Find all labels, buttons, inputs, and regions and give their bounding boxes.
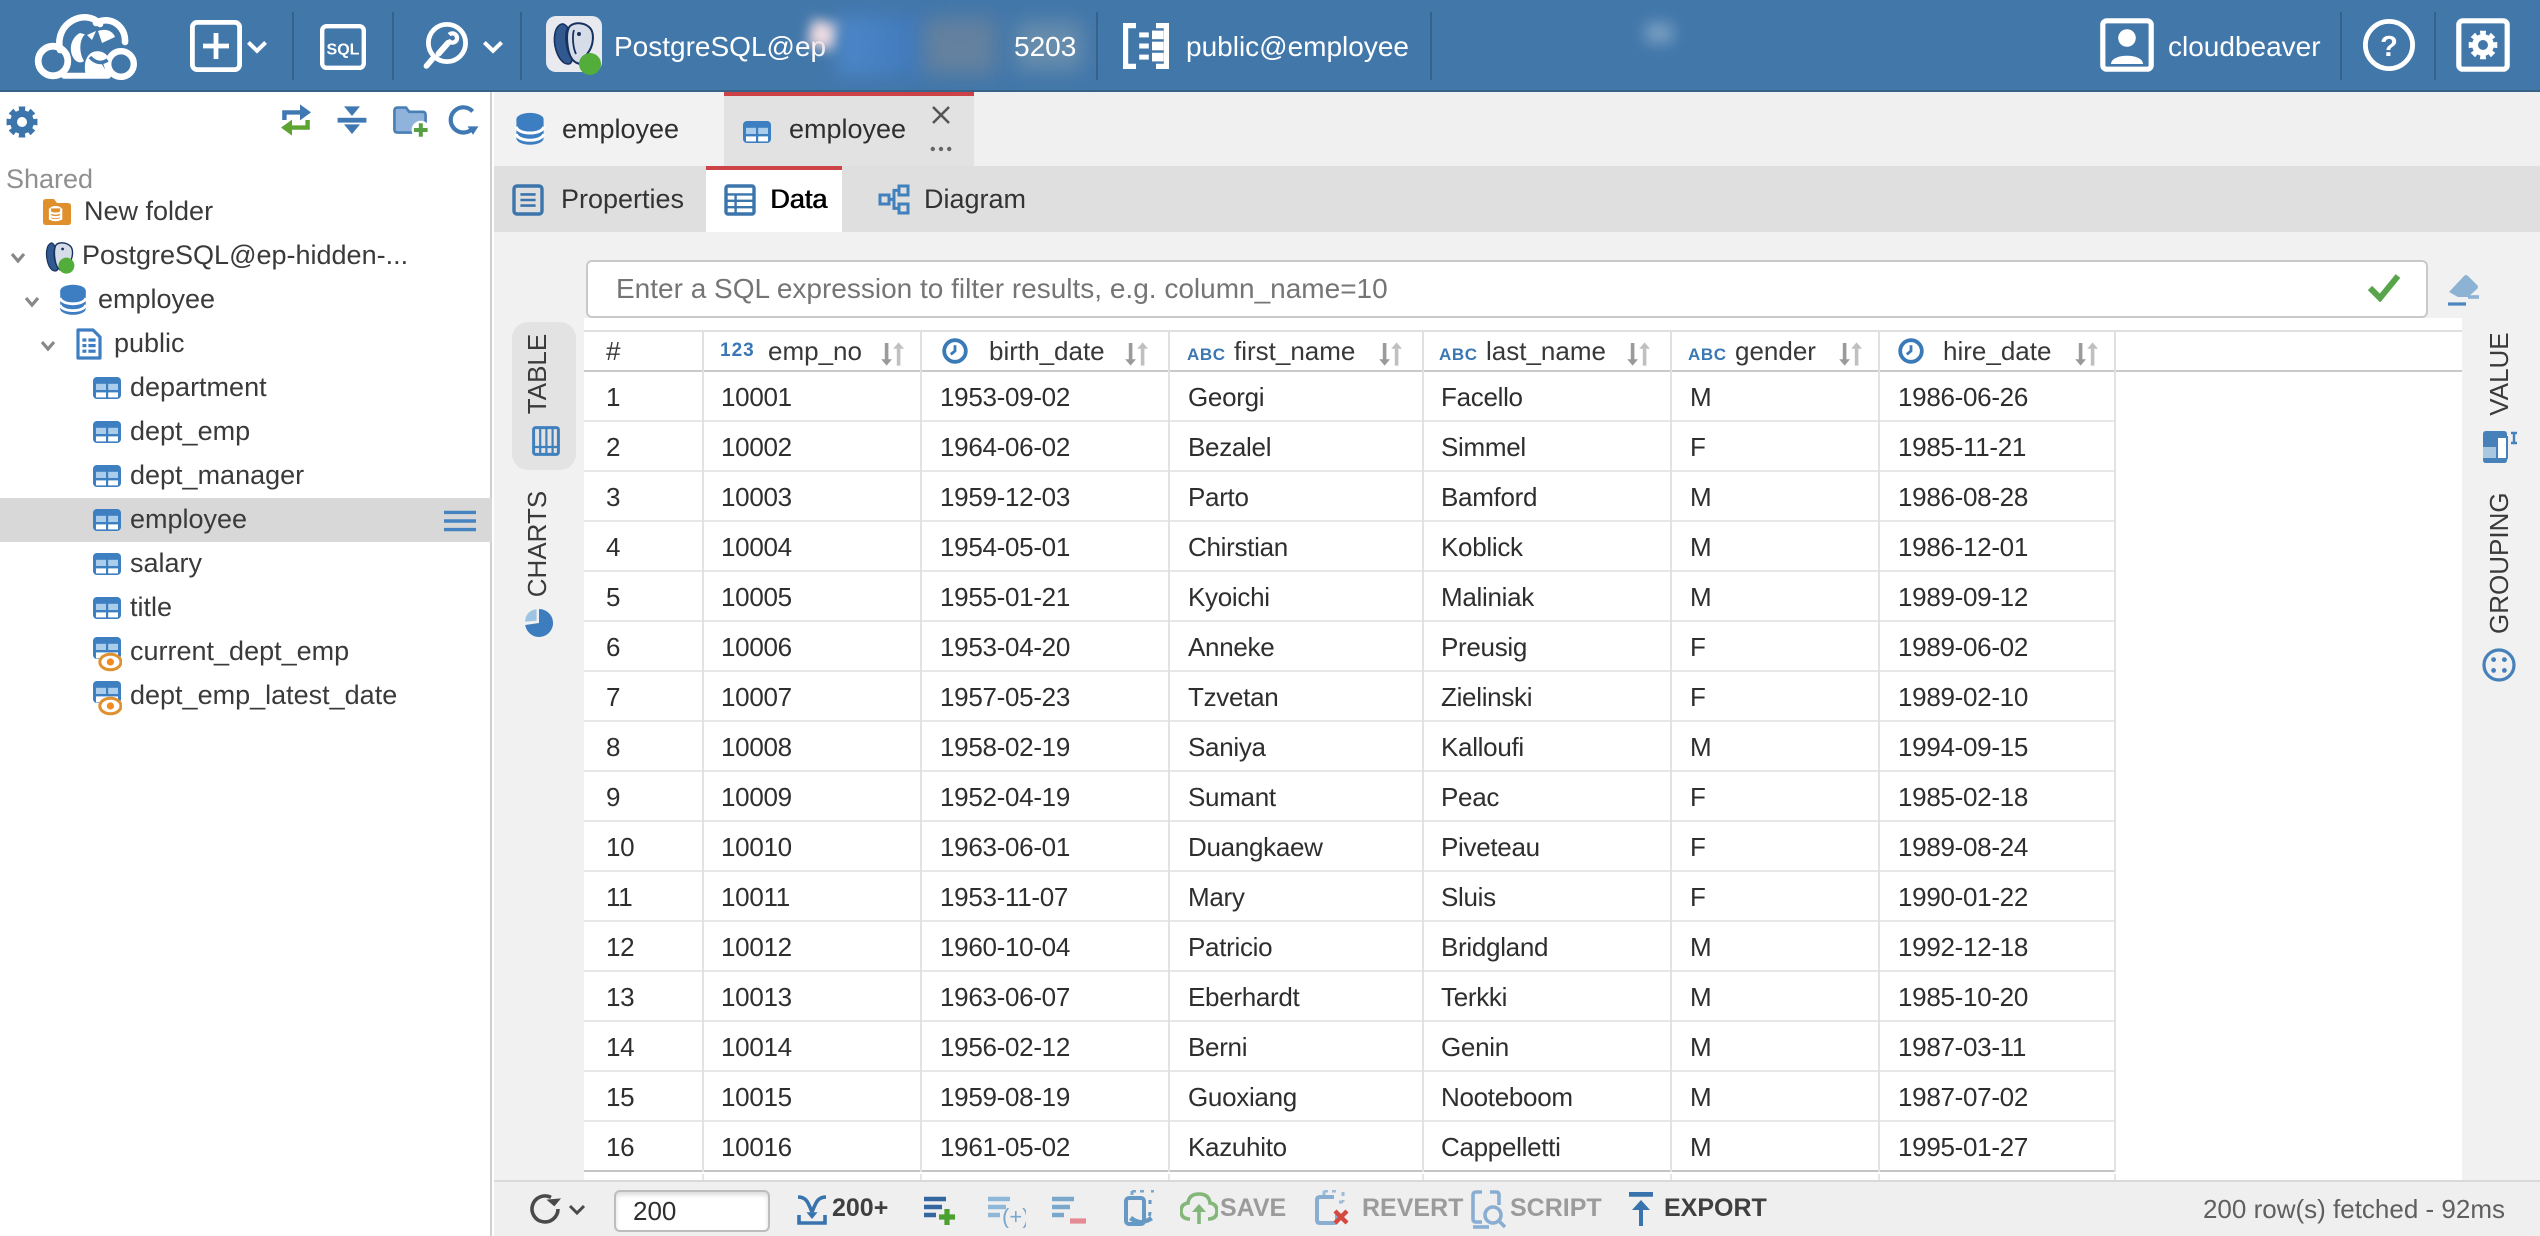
svg-text:SQL: SQL <box>327 40 360 57</box>
svg-text:?: ? <box>2380 31 2398 63</box>
svg-text:(+): (+) <box>1002 1203 1026 1227</box>
